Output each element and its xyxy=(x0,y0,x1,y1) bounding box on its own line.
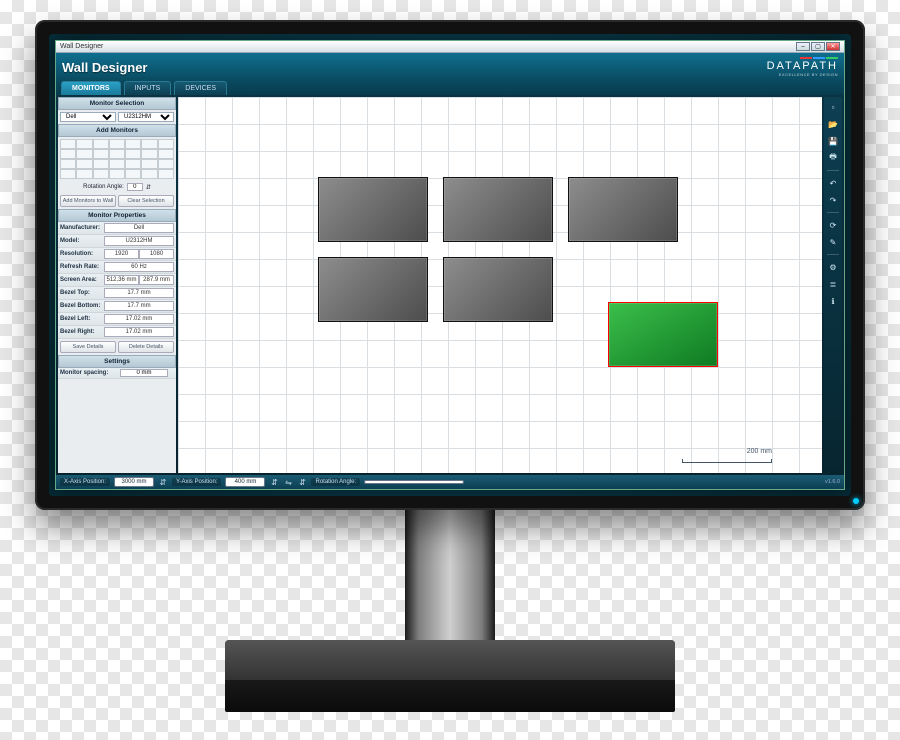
prop-model-label: Model: xyxy=(60,238,104,244)
monitor-screen: Wall Designer ‒ ▢ ✕ Wall Designer DATAPA… xyxy=(49,34,851,496)
main-tabs: MONITORS INPUTS DEVICES xyxy=(56,81,844,95)
tab-monitors[interactable]: MONITORS xyxy=(61,81,121,95)
rotation-footer-value[interactable] xyxy=(364,480,464,484)
monitor-selection-header: Monitor Selection xyxy=(58,97,176,110)
monitor-frame: Wall Designer ‒ ▢ ✕ Wall Designer DATAPA… xyxy=(35,20,865,510)
status-bar: X-Axis Position: 3000 mm ⇵ Y-Axis Positi… xyxy=(56,475,844,489)
app-body: Monitor Selection Dell U2312HM Add Monit… xyxy=(56,95,844,475)
delete-details-button[interactable]: Delete Details xyxy=(118,341,174,353)
window-titlebar: Wall Designer ‒ ▢ ✕ xyxy=(56,41,844,53)
right-toolbar: ▫ 📂 💾 🖶 ↶ ↷ ⟳ ✎ ⚙ ≣ ℹ xyxy=(824,97,842,473)
tab-devices[interactable]: DEVICES xyxy=(174,81,227,95)
brand-logo: DATAPATH EXCELLENCE BY DESIGN xyxy=(767,57,838,77)
prop-bezel-left-value: 17.02 mm xyxy=(104,314,174,324)
monitor-1[interactable] xyxy=(318,177,428,242)
power-led-icon xyxy=(853,498,859,504)
add-monitors-grid[interactable] xyxy=(60,139,174,179)
toolbar-separator xyxy=(827,254,839,255)
prop-screen-h: 287.9 mm xyxy=(139,275,174,285)
monitor-stand-base xyxy=(225,640,675,712)
y-stepper-icon[interactable]: ⇵ xyxy=(269,477,279,487)
rotation-label: Rotation Angle: xyxy=(83,184,124,190)
settings-header: Settings xyxy=(58,355,176,368)
prop-bezel-left-label: Bezel Left: xyxy=(60,316,104,322)
brand-stripe-green xyxy=(826,57,838,59)
prop-model-value: U2312HM xyxy=(104,236,174,246)
rotation-footer-label: Rotation Angle: xyxy=(311,478,360,486)
clear-selection-button[interactable]: Clear Selection xyxy=(118,195,174,207)
prop-resolution-h: 1080 xyxy=(139,249,174,259)
print-icon[interactable]: 🖶 xyxy=(827,152,839,164)
prop-screen-label: Screen Area: xyxy=(60,277,104,283)
version-label: v1.6.0 xyxy=(825,479,840,485)
info-icon[interactable]: ℹ xyxy=(827,295,839,307)
prop-bezel-bottom-value: 17.7 mm xyxy=(104,301,174,311)
layers-icon[interactable]: ≣ xyxy=(827,278,839,290)
prop-resolution-w: 1920 xyxy=(104,249,139,259)
rotation-input[interactable] xyxy=(127,183,143,191)
prop-bezel-bottom-label: Bezel Bottom: xyxy=(60,303,104,309)
brand-stripe-blue xyxy=(813,57,825,59)
monitor-4[interactable] xyxy=(318,257,428,322)
prop-bezel-right-label: Bezel Right: xyxy=(60,329,104,335)
y-position-value[interactable]: 400 mm xyxy=(225,477,265,487)
flip-v-icon[interactable]: ⇵ xyxy=(297,477,307,487)
monitor-stand-neck xyxy=(405,505,495,655)
x-position-value[interactable]: 3000 mm xyxy=(114,477,154,487)
brand-select[interactable]: Dell xyxy=(60,112,116,122)
monitor-selected[interactable] xyxy=(608,302,718,367)
brand-stripe-red xyxy=(800,57,812,59)
sidebar: Monitor Selection Dell U2312HM Add Monit… xyxy=(58,97,176,473)
add-monitors-to-wall-button[interactable]: Add Monitors to Wall xyxy=(60,195,116,207)
settings-icon[interactable]: ⚙ xyxy=(827,261,839,273)
model-select[interactable]: U2312HM xyxy=(118,112,174,122)
prop-bezel-top-label: Bezel Top: xyxy=(60,290,104,296)
maximize-button[interactable]: ▢ xyxy=(811,42,825,51)
monitor-2[interactable] xyxy=(443,177,553,242)
save-icon[interactable]: 💾 xyxy=(827,135,839,147)
x-stepper-icon[interactable]: ⇵ xyxy=(158,477,168,487)
x-position-label: X-Axis Position: xyxy=(60,478,110,486)
y-position-label: Y-Axis Position: xyxy=(172,478,221,486)
prop-refresh-value: 60 Hz xyxy=(104,262,174,272)
monitor-spacing-label: Monitor spacing: xyxy=(60,370,120,376)
product-name: Wall Designer xyxy=(62,60,147,75)
edit-icon[interactable]: ✎ xyxy=(827,236,839,248)
open-icon[interactable]: 📂 xyxy=(827,118,839,130)
brand-name: DATAPATH xyxy=(767,60,838,72)
window-title: Wall Designer xyxy=(60,43,103,50)
monitor-properties-header: Monitor Properties xyxy=(58,209,176,222)
prop-bezel-top-value: 17.7 mm xyxy=(104,288,174,298)
tab-inputs[interactable]: INPUTS xyxy=(124,81,172,95)
new-icon[interactable]: ▫ xyxy=(827,101,839,113)
monitor-3[interactable] xyxy=(568,177,678,242)
close-button[interactable]: ✕ xyxy=(826,42,840,51)
flip-h-icon[interactable]: ⇋ xyxy=(283,477,293,487)
rotation-stepper-icon[interactable]: ⇵ xyxy=(146,184,151,191)
redo-icon[interactable]: ↷ xyxy=(827,194,839,206)
monitor-spacing-input[interactable] xyxy=(120,369,168,377)
scale-bar xyxy=(682,459,772,463)
save-details-button[interactable]: Save Details xyxy=(60,341,116,353)
scale-label: 200 mm xyxy=(747,448,772,455)
prop-manufacturer-value: Dell xyxy=(104,223,174,233)
add-monitors-header: Add Monitors xyxy=(58,124,176,137)
rotate-icon[interactable]: ⟳ xyxy=(827,219,839,231)
prop-manufacturer-label: Manufacturer: xyxy=(60,225,104,231)
prop-bezel-right-value: 17.02 mm xyxy=(104,327,174,337)
monitor-5[interactable] xyxy=(443,257,553,322)
undo-icon[interactable]: ↶ xyxy=(827,177,839,189)
prop-refresh-label: Refresh Rate: xyxy=(60,264,104,270)
prop-resolution-label: Resolution: xyxy=(60,251,104,257)
app-window: Wall Designer ‒ ▢ ✕ Wall Designer DATAPA… xyxy=(55,40,845,490)
app-header: Wall Designer DATAPATH EXCELLENCE BY DES… xyxy=(56,53,844,81)
prop-screen-w: 512.36 mm xyxy=(104,275,139,285)
design-canvas[interactable]: 200 mm xyxy=(178,97,822,473)
toolbar-separator xyxy=(827,212,839,213)
minimize-button[interactable]: ‒ xyxy=(796,42,810,51)
toolbar-separator xyxy=(827,170,839,171)
brand-tagline: EXCELLENCE BY DESIGN xyxy=(767,72,838,77)
